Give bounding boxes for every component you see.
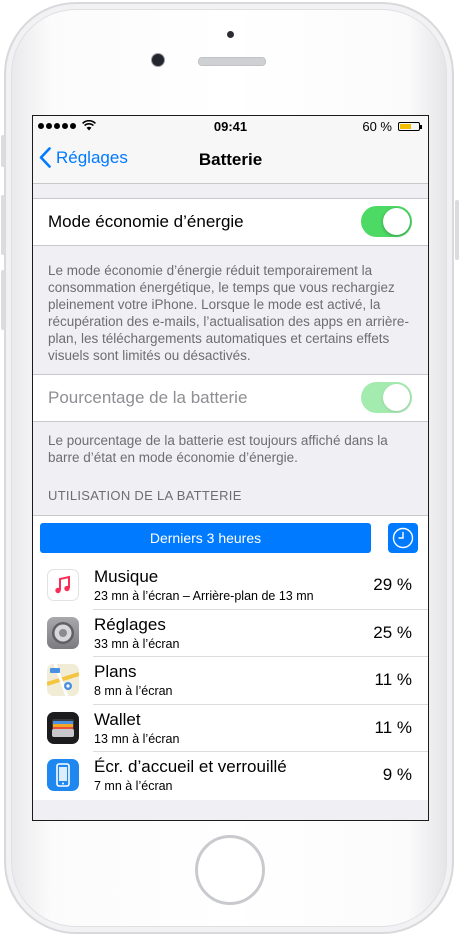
battery-percentage-description: Le pourcentage de la batterie est toujou… xyxy=(48,433,388,465)
battery-level-fill xyxy=(400,124,411,129)
app-usage-percent: 11 % xyxy=(374,717,413,737)
app-usage-detail: 33 mn à l’écran xyxy=(94,636,180,651)
app-usage-row[interactable]: Plans 8 mn à l’écran 11 % xyxy=(33,657,428,705)
app-usage-row[interactable]: Réglages 33 mn à l’écran 25 % xyxy=(33,610,428,657)
earpiece-speaker xyxy=(198,57,266,66)
app-usage-percent: 29 % xyxy=(373,575,412,594)
battery-icon xyxy=(398,122,422,131)
home-lock-screen-icon xyxy=(47,759,79,791)
status-bar: 09:41 60 % xyxy=(33,116,428,138)
volume-down-button xyxy=(1,270,5,330)
app-usage-percent: 25 % xyxy=(373,622,412,642)
battery-percentage-label: Pourcentage de la batterie xyxy=(48,388,248,407)
app-name: Wallet xyxy=(94,709,141,729)
app-usage-percent: 11 % xyxy=(374,670,413,689)
app-name: Musique xyxy=(94,567,159,586)
app-usage-detail: 7 mn à l’écran xyxy=(94,779,173,793)
home-button[interactable] xyxy=(195,835,265,905)
low-power-mode-row: Mode économie d’énergie xyxy=(33,198,428,246)
low-power-mode-description: Le mode économie d’énergie réduit tempor… xyxy=(48,263,409,363)
app-usage-detail: 23 mn à l’écran – Arrière-plan de 13 mn xyxy=(94,589,314,603)
low-power-mode-label: Mode économie d’énergie xyxy=(48,212,244,231)
clock-button[interactable] xyxy=(388,523,418,553)
battery-usage-section-header: UTILISATION DE LA BATTERIE xyxy=(48,488,242,503)
toggle-knob xyxy=(383,384,410,411)
usage-period-controls: Derniers 3 heures xyxy=(33,516,428,562)
power-button xyxy=(455,200,459,260)
back-button[interactable]: Réglages xyxy=(39,147,128,168)
navigation-bar: Réglages Batterie xyxy=(33,138,428,184)
clock-icon xyxy=(392,527,414,549)
chevron-left-icon xyxy=(39,147,51,168)
maps-icon xyxy=(47,664,79,696)
app-usage-percent: 9 % xyxy=(382,765,412,784)
toggle-knob xyxy=(383,208,410,235)
proximity-sensor xyxy=(227,31,234,38)
battery-usage-list: Derniers 3 heures Musique 23 mn à l’écra… xyxy=(33,515,428,800)
back-button-label: Réglages xyxy=(56,147,128,167)
settings-gear-icon xyxy=(47,616,79,649)
volume-up-button xyxy=(1,195,5,255)
app-usage-detail: 13 mn à l’écran xyxy=(94,731,180,746)
app-name: Réglages xyxy=(94,614,166,634)
battery-percentage-text: 60 % xyxy=(362,119,392,134)
wallet-icon xyxy=(47,711,79,744)
front-camera xyxy=(151,53,165,67)
battery-percentage-toggle[interactable] xyxy=(361,382,412,413)
low-power-mode-toggle[interactable] xyxy=(361,206,412,237)
app-usage-detail: 8 mn à l’écran xyxy=(94,684,173,698)
music-icon xyxy=(47,569,79,601)
app-name: Écr. d’accueil et verrouillé xyxy=(94,757,287,776)
app-name: Plans xyxy=(94,662,137,681)
last-hours-button[interactable]: Derniers 3 heures xyxy=(40,523,371,553)
mute-switch xyxy=(1,135,5,167)
screen: 09:41 60 % Réglages Batterie Mode économ… xyxy=(32,115,429,821)
app-usage-row[interactable]: Wallet 13 mn à l’écran 11 % xyxy=(33,705,428,752)
battery-percentage-row: Pourcentage de la batterie xyxy=(33,374,428,422)
app-usage-row[interactable]: Écr. d’accueil et verrouillé 7 mn à l’éc… xyxy=(33,752,428,800)
app-usage-row[interactable]: Musique 23 mn à l’écran – Arrière-plan d… xyxy=(33,562,428,610)
